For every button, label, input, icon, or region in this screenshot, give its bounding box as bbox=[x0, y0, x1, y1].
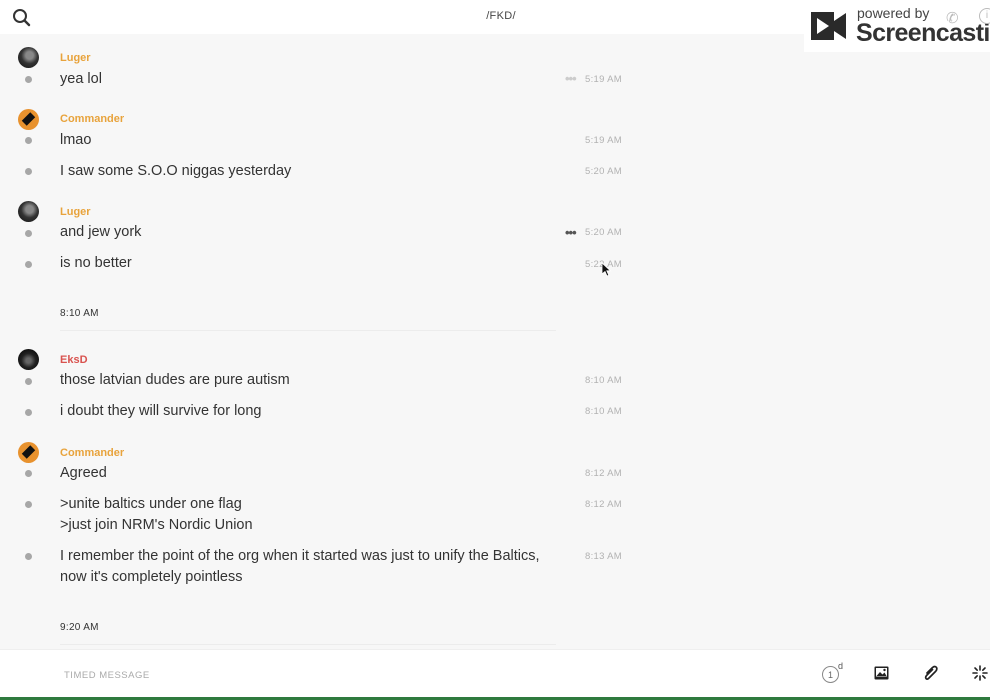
message-timestamp: 8:10 AM bbox=[585, 375, 622, 386]
timed-message-input[interactable] bbox=[62, 664, 766, 686]
message-timestamp: 8:12 AM bbox=[585, 468, 622, 479]
message-bullet bbox=[25, 378, 32, 385]
message-text: yea lol bbox=[60, 71, 102, 87]
message-bullet bbox=[25, 230, 32, 237]
avatar[interactable] bbox=[18, 442, 39, 463]
avatar[interactable] bbox=[18, 47, 39, 68]
message-timestamp: 8:12 AM bbox=[585, 499, 622, 510]
message-bullet bbox=[25, 261, 32, 268]
message-bullet bbox=[25, 409, 32, 416]
image-icon[interactable] bbox=[874, 666, 889, 685]
message-text: and jew york bbox=[60, 224, 142, 240]
timer-unit: d bbox=[838, 661, 844, 671]
time-divider-label: 8:10 AM bbox=[60, 308, 99, 319]
message-bullet bbox=[25, 553, 32, 560]
avatar[interactable] bbox=[18, 201, 39, 222]
message-timestamp: 5:20 AM bbox=[585, 227, 622, 238]
message-bullet bbox=[25, 501, 32, 508]
message-bullet bbox=[25, 470, 32, 477]
message-text: Agreed bbox=[60, 465, 107, 481]
screencastify-watermark: powered by Screencastify ✆ i bbox=[804, 0, 990, 52]
mouse-cursor-icon bbox=[601, 262, 612, 282]
username[interactable]: Luger bbox=[60, 52, 91, 64]
message-bullet bbox=[25, 168, 32, 175]
message-text: those latvian dudes are pure autism bbox=[60, 372, 290, 388]
username[interactable]: Luger bbox=[60, 206, 91, 218]
message-text: >unite baltics under one flag >just join… bbox=[60, 496, 253, 533]
burst-icon[interactable] bbox=[972, 665, 988, 686]
message-bullet bbox=[25, 137, 32, 144]
username[interactable]: Commander bbox=[60, 113, 124, 125]
message-timestamp: 8:13 AM bbox=[585, 551, 622, 562]
time-divider-label: 9:20 AM bbox=[60, 622, 99, 633]
username[interactable]: Commander bbox=[60, 447, 124, 459]
watermark-brand: Screencastify bbox=[856, 19, 990, 47]
info-icon[interactable]: i bbox=[979, 8, 990, 24]
message-text: I remember the point of the org when it … bbox=[60, 548, 540, 585]
message-bullet bbox=[25, 76, 32, 83]
message-timestamp: 5:19 AM bbox=[585, 135, 622, 146]
phone-icon[interactable]: ✆ bbox=[946, 9, 959, 27]
avatar[interactable] bbox=[18, 109, 39, 130]
time-divider-line bbox=[60, 644, 556, 645]
message-text: i doubt they will survive for long bbox=[60, 403, 262, 419]
message-text: I saw some S.O.O niggas yesterday bbox=[60, 163, 292, 179]
message-list: Luger yea lol ••• 5:19 AM Commander lmao… bbox=[0, 34, 990, 649]
avatar[interactable] bbox=[18, 349, 39, 370]
more-options-icon[interactable]: ••• bbox=[565, 72, 577, 85]
time-divider-line bbox=[60, 330, 556, 331]
username[interactable]: EksD bbox=[60, 354, 88, 366]
composer-bar: 1 d bbox=[0, 649, 990, 698]
message-timestamp: 5:19 AM bbox=[585, 74, 622, 85]
more-options-icon[interactable]: ••• bbox=[565, 226, 577, 239]
camera-logo-icon bbox=[808, 8, 854, 49]
message-text: lmao bbox=[60, 132, 92, 148]
timer-value: 1 bbox=[822, 666, 839, 683]
paperclip-icon[interactable] bbox=[924, 665, 938, 687]
timer-icon[interactable]: 1 d bbox=[822, 661, 844, 686]
message-timestamp: 5:20 AM bbox=[585, 166, 622, 177]
message-timestamp: 8:10 AM bbox=[585, 406, 622, 417]
message-text: is no better bbox=[60, 255, 132, 271]
